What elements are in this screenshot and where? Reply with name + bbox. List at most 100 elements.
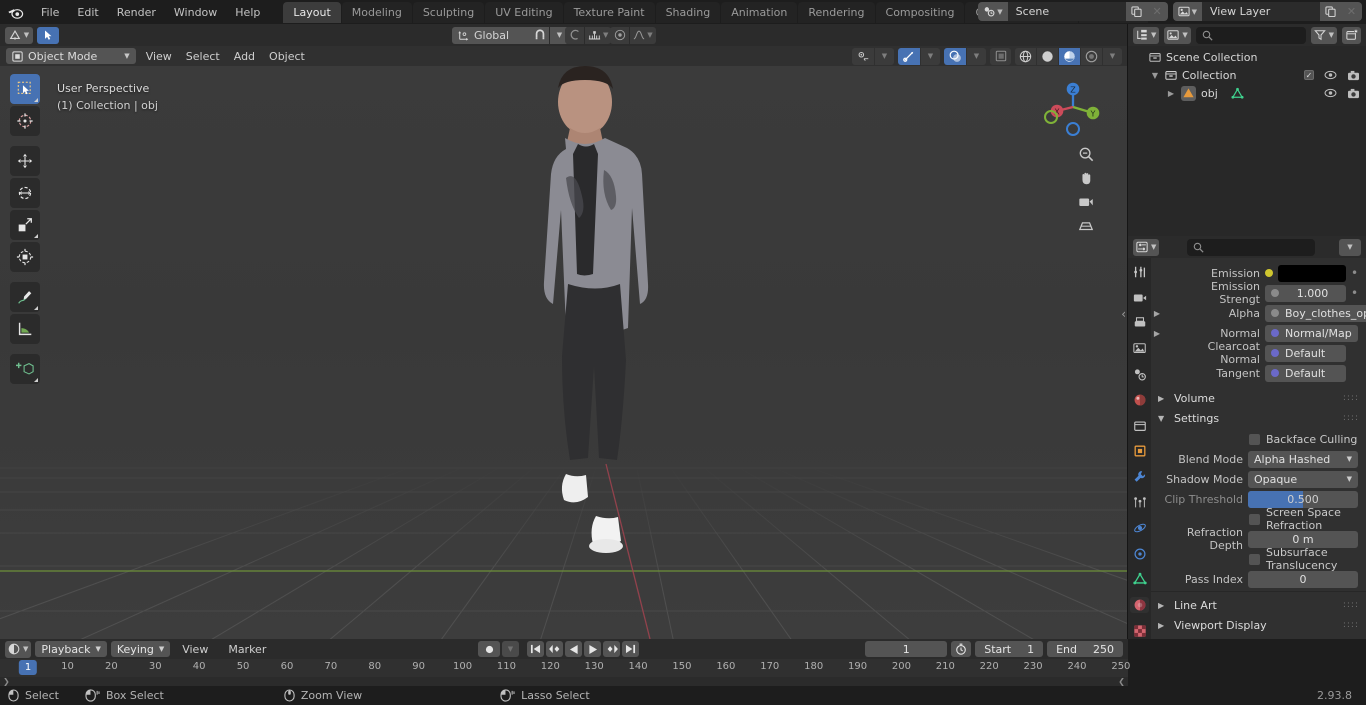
section-volume[interactable]: ▶ Volume:::: (1151, 388, 1366, 408)
outliner-expand-arrow-icon[interactable]: ▶ (1166, 89, 1176, 98)
shading-wireframe-icon[interactable] (1015, 47, 1036, 65)
overlays-caret-icon[interactable]: ▼ (967, 47, 986, 65)
record-icon[interactable] (478, 641, 500, 657)
show-overlays-icon[interactable] (944, 47, 966, 65)
falloff-smooth-icon[interactable] (610, 26, 629, 44)
pan-hand-icon[interactable] (1076, 168, 1095, 187)
property-value-field[interactable]: Boy_clothes_opacity_... (1265, 304, 1366, 322)
scale-tool[interactable] (10, 210, 40, 240)
workspace-tab-sculpting[interactable]: Sculpting (412, 1, 485, 23)
blend-mode-dropdown[interactable]: Alpha Hashed ▼ (1248, 450, 1358, 468)
outliner-visibility-eye-icon[interactable] (1324, 70, 1337, 80)
properties-search-input[interactable] (1187, 238, 1316, 256)
tab-collection-icon[interactable] (1130, 418, 1149, 435)
tab-view-layer-icon[interactable] (1130, 341, 1149, 358)
view-layer-remove-icon[interactable]: ✕ (1341, 2, 1362, 21)
blender-logo-icon[interactable] (4, 1, 26, 23)
top-menu-help[interactable]: Help (226, 3, 269, 22)
refraction-depth-field[interactable]: 0 m (1248, 530, 1358, 548)
workspace-tab-modeling[interactable]: Modeling (341, 1, 412, 23)
scene-remove-icon[interactable]: ✕ (1146, 2, 1168, 21)
new-collection-icon[interactable] (1342, 26, 1361, 44)
record-options-caret-icon[interactable]: ▼ (502, 641, 519, 657)
clip-threshold-slider[interactable]: 0.500 (1248, 490, 1358, 508)
viewport-menu-select[interactable]: Select (179, 48, 227, 65)
current-frame-field[interactable]: 1 (865, 641, 948, 657)
tab-output-icon[interactable] (1130, 315, 1149, 332)
stopwatch-icon[interactable] (951, 641, 972, 657)
xray-toggle-icon[interactable] (990, 47, 1011, 65)
jump-start-icon[interactable] (527, 641, 544, 657)
play-icon[interactable] (584, 641, 601, 657)
shading-caret-icon[interactable]: ▼ (1103, 47, 1122, 65)
top-menu-window[interactable]: Window (165, 3, 226, 22)
editor-type-icon[interactable]: ▼ (5, 26, 33, 44)
ortho-persp-icon[interactable] (1076, 216, 1095, 235)
viewport-menu-view[interactable]: View (139, 48, 179, 65)
measure-tool[interactable] (10, 314, 40, 344)
workspace-tab-texture-paint[interactable]: Texture Paint (563, 1, 655, 23)
view-layer-name[interactable]: View Layer (1202, 2, 1320, 21)
section-disclosure-icon[interactable]: ▼ (1158, 414, 1168, 423)
shading-solid-icon[interactable] (1037, 47, 1058, 65)
tab-texture-icon[interactable] (1130, 622, 1149, 639)
workspace-tab-uv-editing[interactable]: UV Editing (485, 1, 563, 23)
view-layer-icon[interactable]: ▼ (1172, 2, 1202, 21)
active-tool-icon[interactable] (37, 26, 59, 44)
section-custom-properties[interactable]: ▶Custom Properties:::: (1151, 635, 1366, 640)
top-menu-edit[interactable]: Edit (68, 3, 107, 22)
section-settings[interactable]: ▼ Settings:::: (1151, 408, 1366, 428)
prev-keyframe-icon[interactable] (546, 641, 563, 657)
section-viewport-display[interactable]: ▶ Viewport Display:::: (1151, 615, 1366, 635)
pass-index-field[interactable]: 0 (1248, 570, 1358, 588)
view-layer-selector[interactable]: ▼ View Layer ✕ (1172, 2, 1362, 21)
rotate-tool[interactable] (10, 178, 40, 208)
section-disclosure-icon[interactable]: ▶ (1158, 601, 1168, 610)
show-gizmo-icon[interactable] (898, 47, 920, 65)
cursor-tool[interactable] (10, 106, 40, 136)
outliner-visibility-eye-icon[interactable] (1324, 88, 1337, 98)
outliner-row-obj[interactable]: ▶ obj (1128, 84, 1366, 102)
keying-dropdown[interactable]: Keying ▼ (110, 641, 171, 657)
timeline-scroll-left-icon[interactable]: ❯ (3, 677, 10, 686)
top-menu-file[interactable]: File (32, 3, 68, 22)
shading-rendered-icon[interactable] (1081, 47, 1102, 65)
transform-tool[interactable] (10, 242, 40, 272)
tab-constraints-icon[interactable] (1130, 546, 1149, 563)
outliner-display-mode-icon[interactable]: ▼ (1133, 26, 1160, 44)
section-disclosure-icon[interactable]: ▶ (1158, 621, 1168, 630)
zoom-icon[interactable] (1076, 144, 1095, 163)
view-layer-duplicate-icon[interactable] (1320, 2, 1341, 21)
annotate-tool[interactable] (10, 282, 40, 312)
outliner-render-camera-icon[interactable] (1347, 70, 1360, 81)
playback-dropdown[interactable]: Playback ▼ (35, 641, 107, 657)
outliner-search-input[interactable] (1195, 26, 1306, 44)
color-swatch[interactable] (1278, 264, 1346, 282)
outliner-expand-arrow-icon[interactable]: ▼ (1150, 71, 1160, 80)
property-value-field[interactable]: Default (1265, 364, 1346, 382)
outliner-render-camera-icon[interactable] (1347, 88, 1360, 99)
sidebar-toggle-arrow-icon[interactable]: ‹ (1121, 307, 1126, 321)
gizmo-caret-icon[interactable]: ▼ (921, 47, 940, 65)
tab-data-icon[interactable] (1130, 571, 1149, 588)
screen-space-refraction-checkbox[interactable] (1249, 513, 1260, 525)
move-tool[interactable] (10, 146, 40, 176)
workspace-tab-compositing[interactable]: Compositing (875, 1, 965, 23)
viewport-menu-object[interactable]: Object (262, 48, 312, 65)
timeline-marker-menu[interactable]: Marker (220, 641, 274, 658)
property-color-field[interactable] (1265, 264, 1346, 282)
shading-material-preview-icon[interactable] (1059, 47, 1080, 65)
tab-particles-icon[interactable] (1130, 494, 1149, 511)
camera-icon[interactable] (1076, 192, 1095, 211)
tab-tool-icon[interactable] (1130, 264, 1149, 281)
mesh-data-icon[interactable] (1231, 87, 1244, 100)
tab-modifier-icon[interactable] (1130, 469, 1149, 486)
workspace-tab-animation[interactable]: Animation (721, 1, 798, 23)
tweak-select-tool[interactable] (10, 74, 40, 104)
snap-magnet-icon[interactable] (530, 26, 549, 44)
top-menu-render[interactable]: Render (108, 3, 165, 22)
animate-property-decorator-icon[interactable]: • (1351, 287, 1358, 299)
play-reverse-icon[interactable] (565, 641, 582, 657)
outliner-row-scene-collection[interactable]: Scene Collection (1128, 48, 1366, 66)
scene-icon[interactable]: ▼ (978, 2, 1008, 21)
